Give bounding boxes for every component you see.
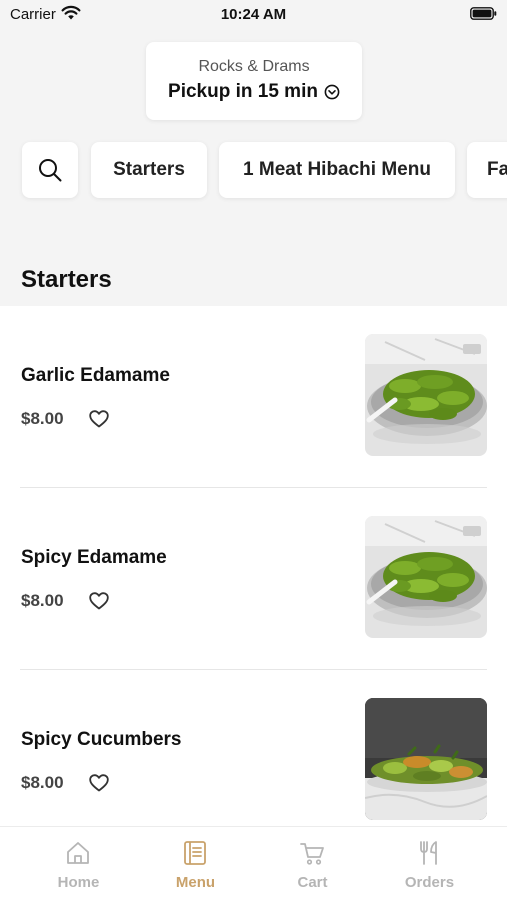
tab-bar: Home Menu Cart Orders: [0, 826, 507, 900]
tab-menu[interactable]: Menu: [137, 827, 254, 900]
pickup-time-row: Pickup in 15 min: [146, 81, 362, 103]
cart-icon: [300, 843, 324, 865]
category-bar: Starters 1 Meat Hibachi Menu Fa: [0, 142, 507, 200]
category-chip-1-meat-hibachi[interactable]: 1 Meat Hibachi Menu: [219, 142, 455, 198]
cucumber-plate-image: [365, 698, 487, 820]
store-name: Rocks & Drams: [198, 58, 310, 75]
heart-icon[interactable]: [89, 410, 109, 428]
search-button[interactable]: [22, 142, 78, 198]
item-price: $8.00: [21, 409, 64, 428]
app-screen: Carrier 10:24 AM Rocks & Drams Pickup in…: [0, 0, 507, 900]
item-price: $8.00: [21, 591, 64, 610]
battery-icon: [470, 7, 497, 20]
tab-label: Cart: [297, 874, 328, 891]
pickup-time: Pickup in 15 min: [168, 81, 318, 102]
edamame-bowl-image: [365, 334, 487, 456]
tab-orders[interactable]: Orders: [371, 827, 488, 900]
status-bar: Carrier 10:24 AM: [0, 0, 507, 28]
chevron-down-circle-icon: [324, 84, 340, 100]
tab-label: Orders: [404, 874, 455, 891]
tab-cart[interactable]: Cart: [254, 827, 371, 900]
item-name: Garlic Edamame: [21, 365, 170, 386]
menu-book-icon: [184, 841, 206, 865]
item-price: $8.00: [21, 773, 64, 792]
clock: 10:24 AM: [220, 6, 287, 23]
tab-home[interactable]: Home: [20, 827, 137, 900]
heart-icon[interactable]: [89, 774, 109, 792]
category-chip-starters[interactable]: Starters: [91, 142, 207, 198]
tab-label: Home: [57, 874, 100, 891]
search-icon: [39, 159, 62, 182]
menu-item[interactable]: Garlic Edamame $8.00: [0, 306, 507, 488]
section-title: Starters: [21, 266, 112, 293]
item-name: Spicy Edamame: [21, 547, 167, 568]
item-name: Spicy Cucumbers: [21, 729, 182, 750]
home-icon: [67, 842, 89, 864]
pickup-selector[interactable]: Rocks & Drams Pickup in 15 min: [146, 42, 362, 120]
menu-item[interactable]: Spicy Cucumbers $8.00: [0, 670, 507, 852]
category-chip-partial[interactable]: Fa: [467, 142, 507, 198]
heart-icon[interactable]: [89, 592, 109, 610]
edamame-bowl-image: [365, 516, 487, 638]
fork-knife-icon: [420, 841, 437, 865]
tab-label: Menu: [175, 874, 216, 891]
menu-item[interactable]: Spicy Edamame $8.00: [0, 488, 507, 670]
